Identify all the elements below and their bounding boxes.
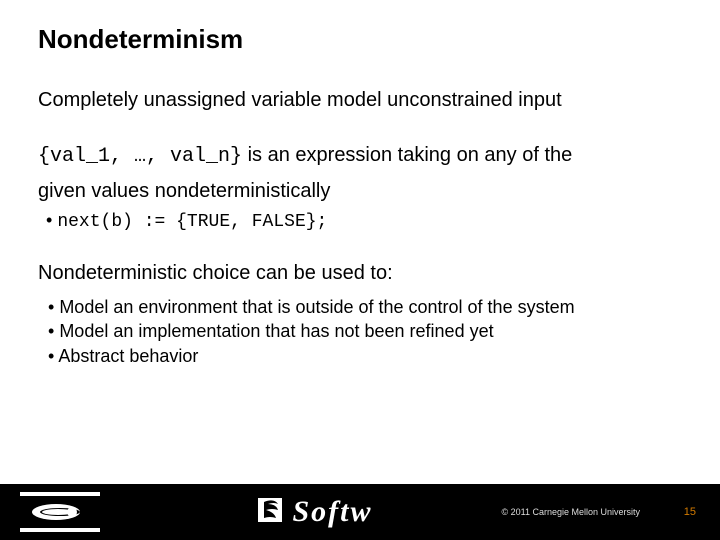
page-number: 15: [684, 506, 696, 518]
brand-mark-icon: [256, 492, 284, 532]
expression-code: {val_1, …, val_n}: [38, 145, 242, 168]
used-to-line: Nondeterministic choice can be used to:: [38, 262, 700, 285]
list-item: • Model an environment that is outside o…: [48, 295, 700, 319]
list-item-text: Model an implementation that has not bee…: [59, 321, 493, 341]
expression-tail: is an expression taking on any of the: [242, 144, 572, 166]
brand-wordmark: Softw: [292, 495, 372, 529]
expression-desc: given values nondeterministically: [38, 178, 700, 204]
copyright-text: © 2011 Carnegie Mellon University: [501, 507, 640, 517]
expression-line: {val_1, …, val_n} is an expression takin…: [38, 142, 700, 170]
list-item: • Model an implementation that has not b…: [48, 319, 700, 343]
list-item-text: Abstract behavior: [58, 346, 198, 366]
content-area: Nondeterminism Completely unassigned var…: [38, 24, 700, 368]
uses-list: • Model an environment that is outside o…: [48, 295, 700, 368]
footer-bar: Softw © 2011 Carnegie Mellon University …: [0, 484, 720, 540]
code-bullet-text: next(b) := {TRUE, FALSE};: [57, 212, 327, 232]
slide-title: Nondeterminism: [38, 24, 700, 55]
list-item: • Abstract behavior: [48, 344, 700, 368]
bullet-dot-icon: •: [46, 210, 57, 230]
code-bullet: • next(b) := {TRUE, FALSE};: [46, 210, 700, 232]
brand-block: Softw: [256, 492, 372, 532]
intro-line: Completely unassigned variable model unc…: [38, 89, 700, 112]
slide: Nondeterminism Completely unassigned var…: [0, 0, 720, 540]
list-item-text: Model an environment that is outside of …: [59, 297, 574, 317]
institute-logo-icon: [20, 492, 100, 532]
